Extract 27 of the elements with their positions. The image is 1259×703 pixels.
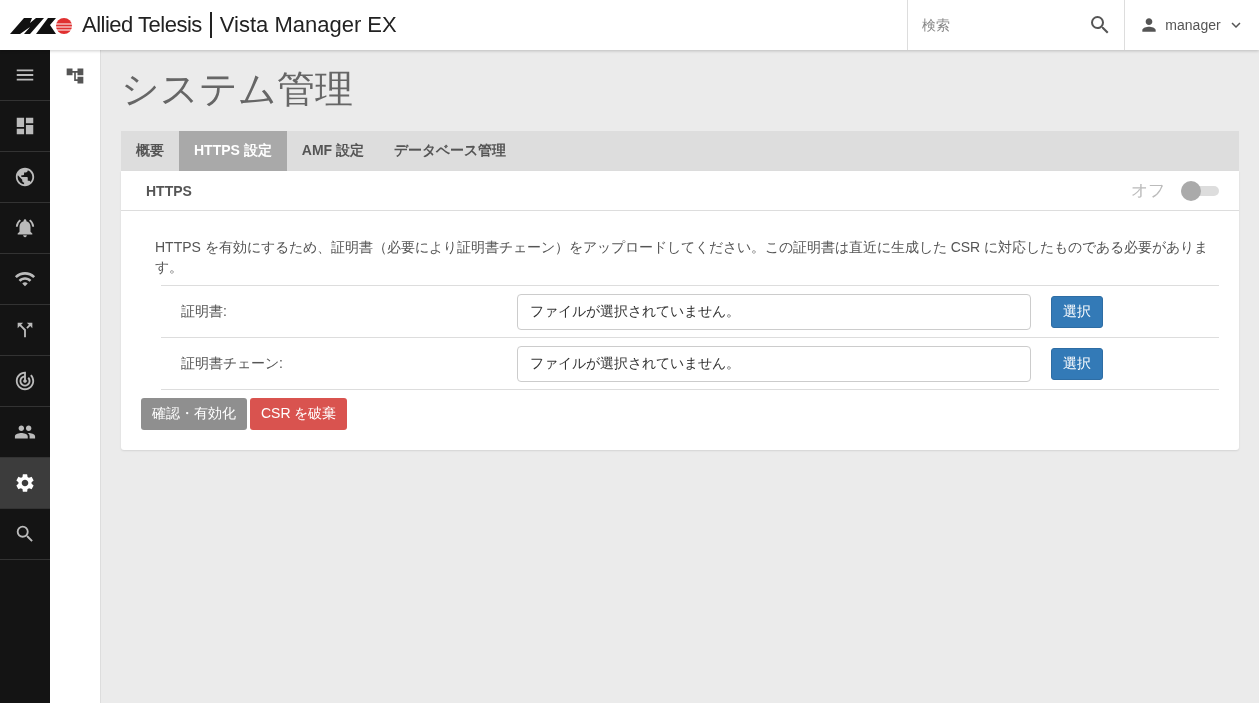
- search-icon: [14, 523, 36, 545]
- tab[interactable]: AMF 設定: [286, 131, 379, 171]
- field-label: 証明書チェーン:: [180, 354, 284, 373]
- toggle-label: オフ: [1131, 180, 1165, 202]
- file-input-field[interactable]: ファイルが選択されていません。: [517, 345, 1031, 382]
- sidebar-item[interactable]: [0, 458, 50, 509]
- brand-name: Allied Telesis: [82, 12, 202, 38]
- tab[interactable]: 概要: [121, 131, 179, 171]
- product-name: Vista Manager EX: [219, 12, 397, 38]
- globe-icon: [14, 166, 36, 188]
- file-input-field[interactable]: ファイルが選択されていません。: [517, 293, 1031, 330]
- page-title: システム管理: [121, 67, 354, 112]
- target-icon: [14, 370, 36, 392]
- logo-icon: [10, 15, 74, 35]
- settings-icon: [14, 472, 36, 494]
- select-button[interactable]: 選択: [1051, 295, 1103, 328]
- toggle-switch[interactable]: [1181, 180, 1219, 201]
- action-button[interactable]: CSR を破棄: [250, 398, 348, 430]
- select-button[interactable]: 選択: [1051, 347, 1103, 380]
- dashboard-icon: [14, 115, 36, 137]
- user-menu[interactable]: manager: [1125, 14, 1259, 36]
- field-label: 証明書:: [180, 302, 228, 321]
- panel-title: HTTPS: [146, 182, 192, 199]
- hierarchy-icon[interactable]: [65, 66, 85, 86]
- tab[interactable]: データベース管理: [379, 131, 521, 171]
- bell-icon: [14, 217, 36, 239]
- description-text: HTTPS を有効にするため、証明書（必要により証明書チェーン）をアップロードしてください。この証明書は直近に生成した CSR に対応したものである必要があります。: [154, 238, 1210, 277]
